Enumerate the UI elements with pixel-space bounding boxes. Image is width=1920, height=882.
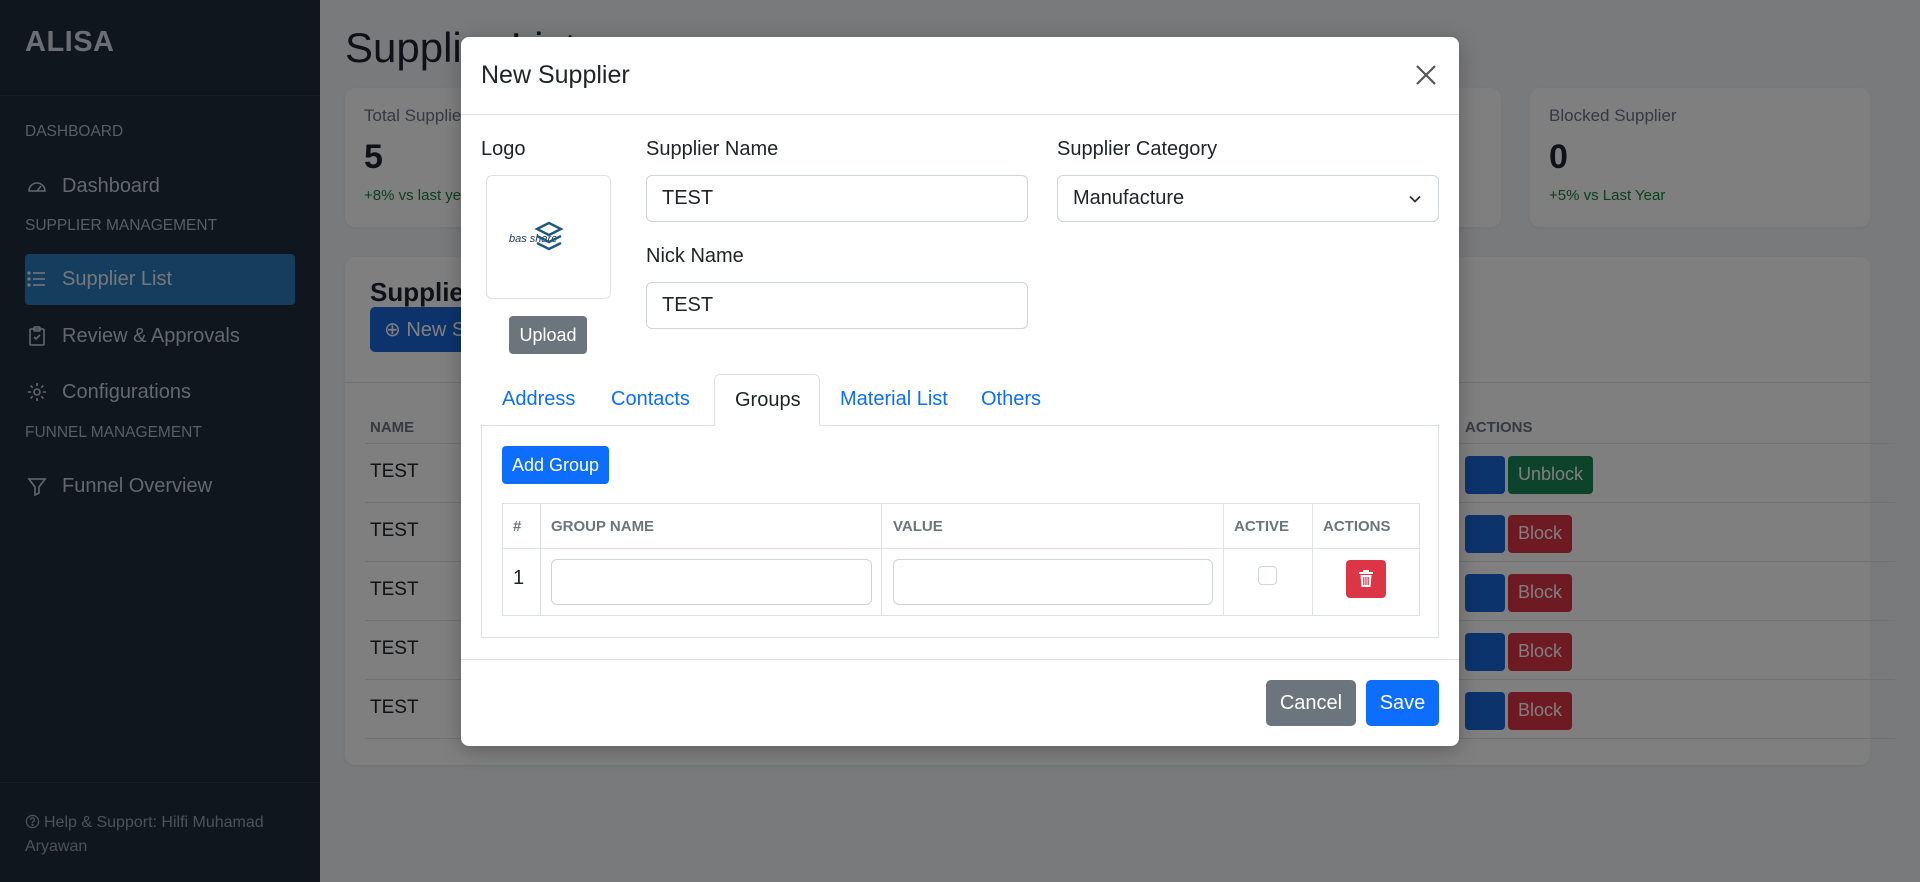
chevron-down-icon — [1409, 195, 1421, 203]
supplier-category-label: Supplier Category — [1057, 138, 1218, 160]
save-button[interactable]: Save — [1366, 680, 1439, 726]
add-group-button[interactable]: Add Group — [502, 446, 609, 484]
cancel-button[interactable]: Cancel — [1266, 680, 1356, 726]
new-supplier-modal: New Supplier Logo bas share Upload Suppl… — [461, 37, 1459, 746]
header-divider — [503, 548, 1419, 549]
column-divider — [1223, 504, 1224, 615]
supplier-category-select[interactable]: Manufacture — [1057, 175, 1439, 222]
group-value-input[interactable] — [893, 559, 1213, 605]
column-divider — [881, 504, 882, 615]
modal-tabs: Address Contacts Groups Material List Ot… — [481, 374, 1439, 426]
groups-tab-pane: Add Group # GROUP NAME VALUE ACTIVE ACTI… — [481, 425, 1439, 638]
category-selected-value: Manufacture — [1073, 187, 1185, 209]
tab-others[interactable]: Others — [961, 374, 1051, 426]
trash-icon — [1359, 570, 1373, 587]
header-actions: ACTIONS — [1323, 518, 1391, 535]
header-active: ACTIVE — [1234, 518, 1290, 535]
header-group-name: GROUP NAME — [551, 518, 655, 535]
modal-title: New Supplier — [481, 61, 630, 89]
supplier-name-input[interactable]: TEST — [646, 175, 1028, 222]
nick-name-label: Nick Name — [646, 245, 744, 267]
upload-button[interactable]: Upload — [509, 316, 587, 354]
modal-header: New Supplier — [461, 37, 1459, 115]
groups-table: # GROUP NAME VALUE ACTIVE ACTIONS 1 — [502, 503, 1420, 616]
supplier-logo-image: bas share — [509, 221, 564, 251]
tab-groups[interactable]: Groups — [714, 374, 820, 426]
active-checkbox[interactable] — [1258, 566, 1277, 585]
column-divider — [540, 504, 541, 615]
header-number: # — [513, 518, 522, 535]
tab-address[interactable]: Address — [481, 374, 593, 426]
delete-row-button[interactable] — [1346, 560, 1386, 598]
logo-preview: bas share — [486, 175, 611, 299]
logo-label: Logo — [481, 138, 526, 160]
modal-footer: Cancel Save — [461, 659, 1459, 746]
group-name-input[interactable] — [551, 559, 872, 605]
close-icon[interactable] — [1413, 62, 1439, 88]
tab-material-list[interactable]: Material List — [820, 374, 960, 426]
tab-contacts[interactable]: Contacts — [593, 374, 695, 426]
row-number: 1 — [513, 567, 525, 589]
column-divider — [1312, 504, 1313, 615]
header-value: VALUE — [893, 518, 943, 535]
supplier-name-label: Supplier Name — [646, 138, 779, 160]
nick-name-input[interactable]: TEST — [646, 282, 1028, 329]
